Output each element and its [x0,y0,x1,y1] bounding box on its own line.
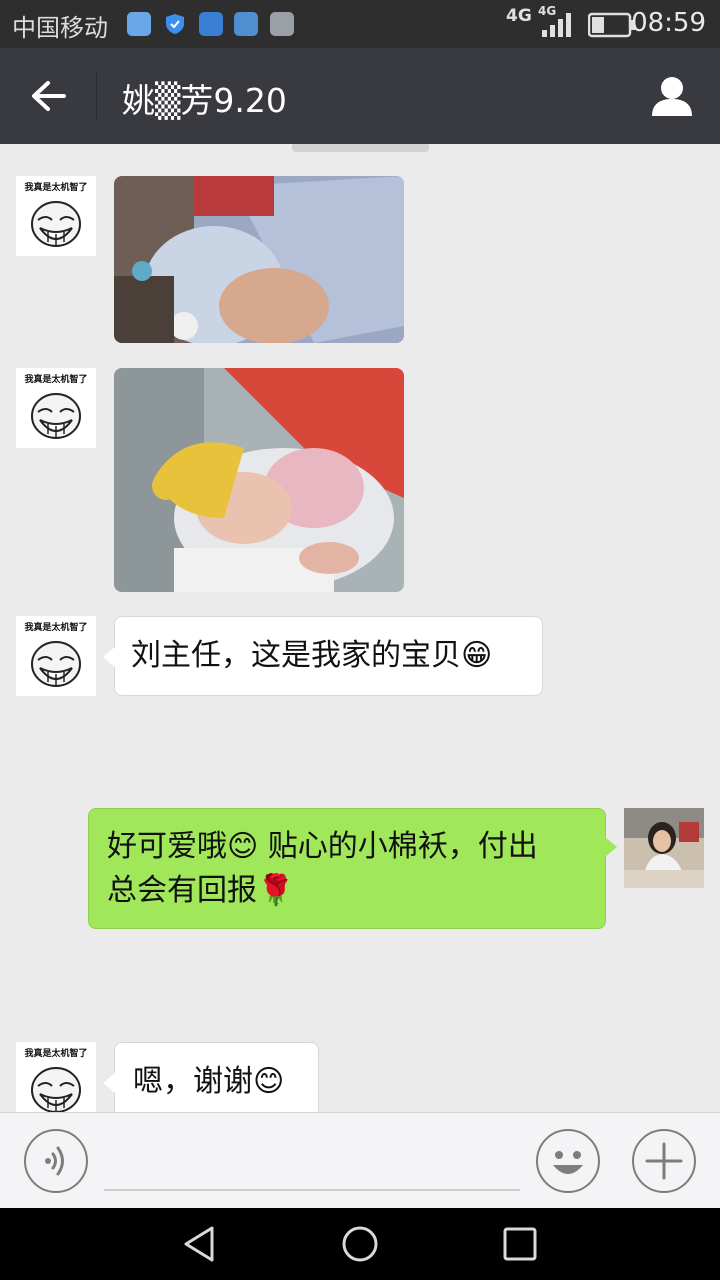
user-photo [624,808,704,888]
troll-face-icon [31,201,81,247]
troll-face-icon [31,1067,81,1112]
title-bar: 姚▒芳9.20 [0,48,720,144]
message-text-line: 好可爱哦😊 贴心的小棉袄，付出 [107,829,538,864]
message-image[interactable] [114,368,404,592]
clock: 08:59 [631,8,706,38]
troll-face-icon [31,641,81,687]
more-button[interactable] [632,1129,696,1193]
message-text-line: 总会有回报🌹 [107,873,295,908]
message-input[interactable] [104,1189,520,1191]
baby-photo-2 [114,368,404,592]
voice-button[interactable] [24,1129,88,1193]
contact-avatar[interactable]: 我真是太机智了 [16,616,96,696]
chat-title: 姚▒芳9.20 [122,81,287,120]
navigation-bar [0,1208,720,1280]
input-bar [0,1112,720,1208]
arrow-left-icon[interactable] [30,80,68,112]
triangle-back-icon[interactable] [180,1224,220,1264]
mail-app-icon [127,12,151,36]
battery-icon [588,12,635,38]
status-bar: 中国移动 4G 4G 08:59 [0,0,720,48]
square-recents-icon[interactable] [500,1224,540,1264]
message-bubble[interactable]: 刘主任，这是我家的宝贝😁 [103,616,543,696]
notes-app-icon [199,12,223,36]
scroll-indicator [292,144,429,152]
shield-app-icon [163,12,187,36]
message-image[interactable] [114,176,404,343]
network-type-1: 4G [506,6,532,26]
contact-avatar[interactable]: 我真是太机智了 [16,176,96,256]
message-bubble[interactable]: 嗯，谢谢😊 [103,1042,319,1112]
voice-icon [45,1146,64,1176]
chat-area[interactable]: 我真是太机智了 我真是太机智了 我真是太机智了 刘主任，这是我家的宝贝😁 好可爱… [0,144,720,1112]
plus-icon [645,1142,683,1180]
photo-app-icon [234,12,258,36]
carrier-label: 中国移动 [12,14,108,42]
message-text: 嗯，谢谢😊 [133,1064,285,1099]
gallery-app-icon [270,12,294,36]
my-avatar[interactable] [624,808,704,888]
baby-photo-1 [114,176,404,343]
troll-face-icon [31,393,81,439]
my-message-bubble[interactable]: 好可爱哦😊 贴心的小棉袄，付出 总会有回报🌹 [88,808,617,929]
message-text: 刘主任，这是我家的宝贝😁 [131,638,493,673]
circle-home-icon[interactable] [340,1224,380,1264]
person-icon[interactable] [650,74,694,118]
signal-icon [542,13,571,37]
emoji-button[interactable] [536,1129,600,1193]
contact-avatar[interactable]: 我真是太机智了 [16,368,96,448]
smiley-icon [553,1151,583,1174]
contact-avatar[interactable]: 我真是太机智了 [16,1042,96,1112]
title-divider [96,72,97,120]
